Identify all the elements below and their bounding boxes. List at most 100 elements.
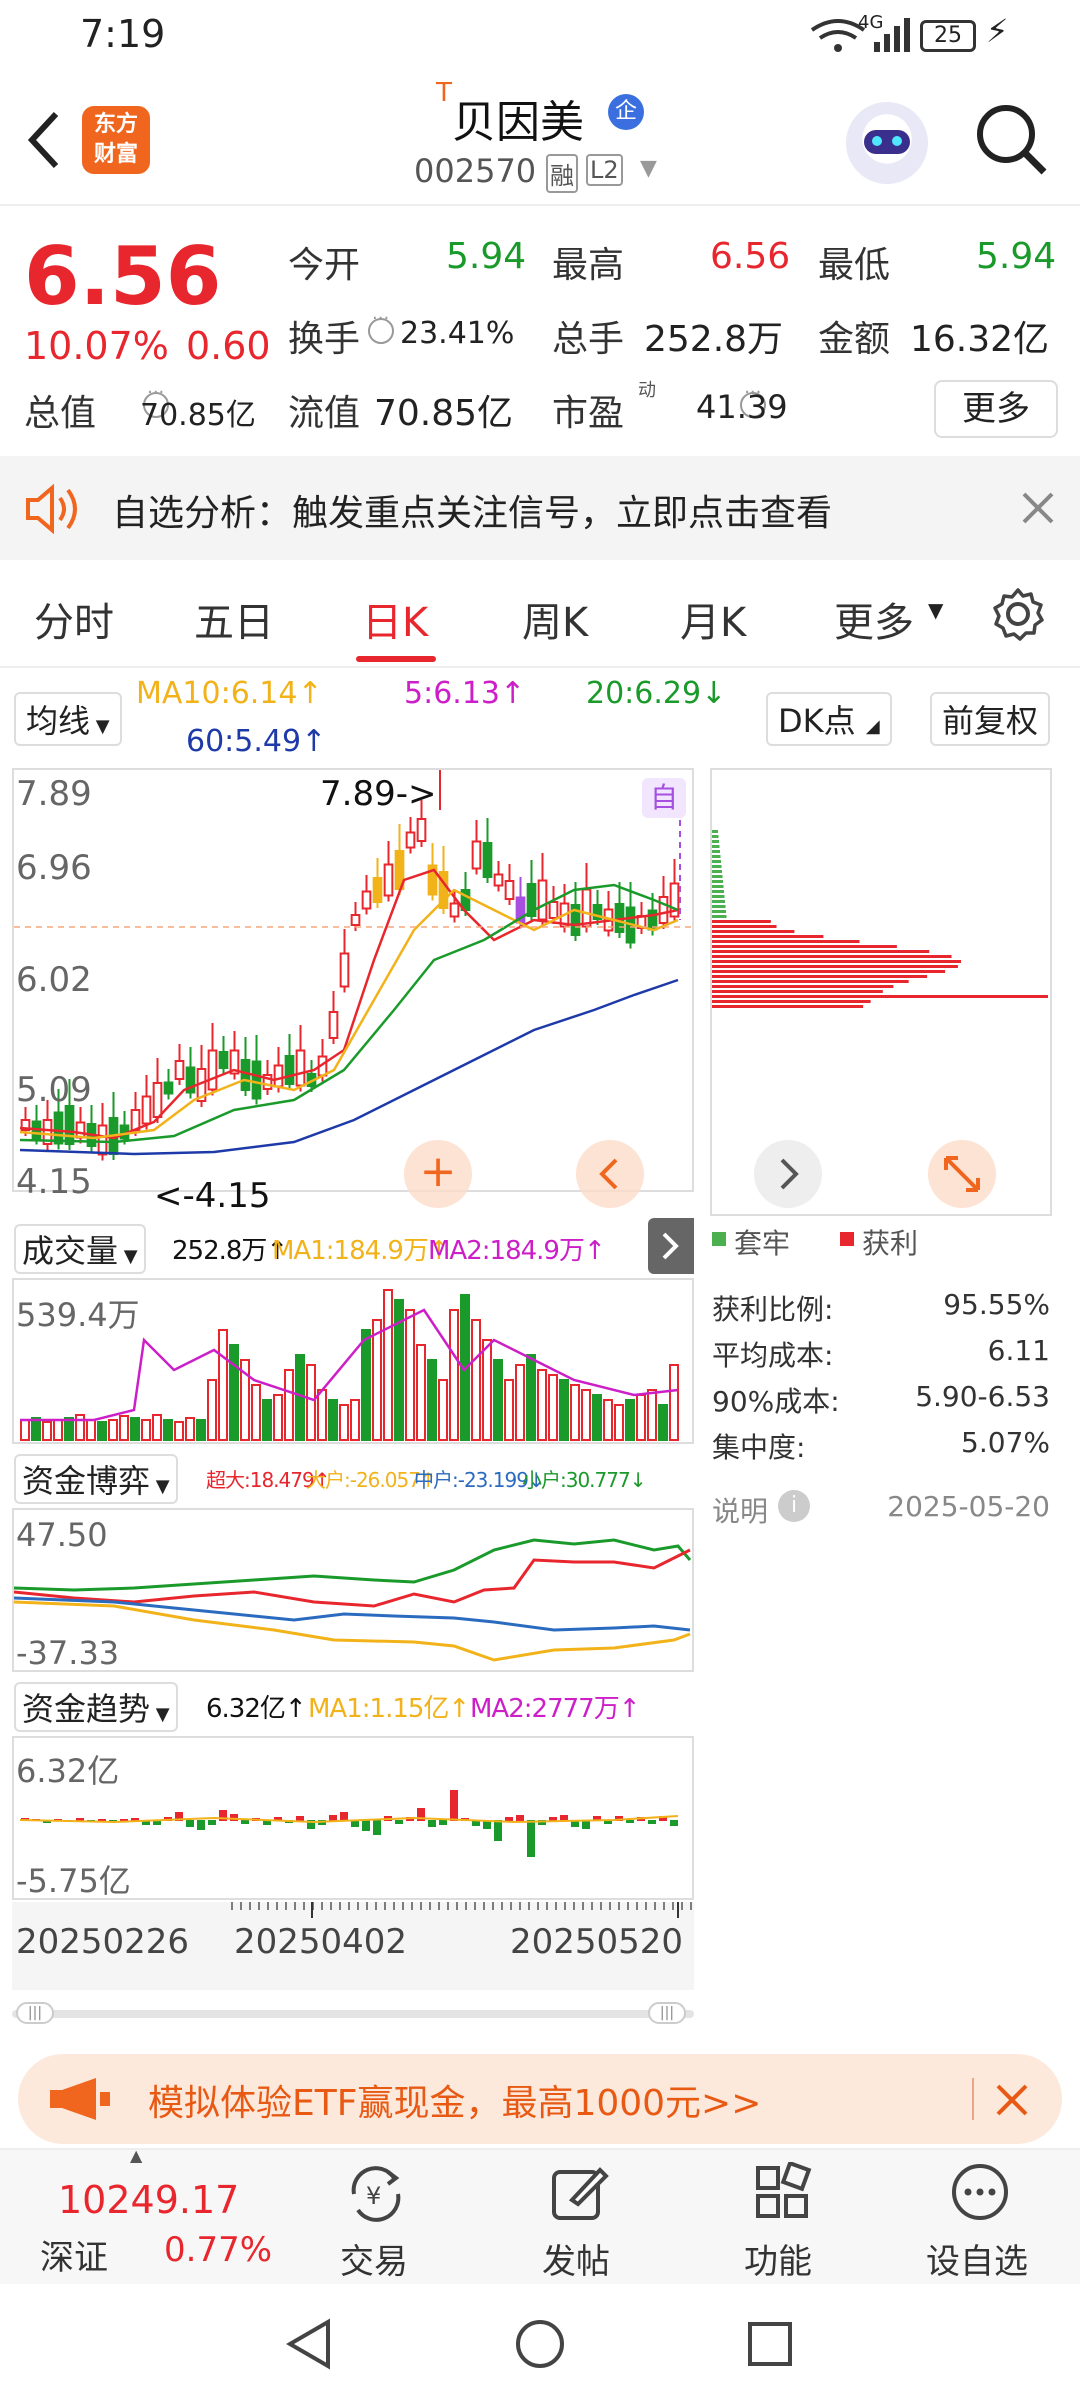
candle-body xyxy=(295,1049,306,1087)
fund-game-selector[interactable]: 资金博弈 ▼ xyxy=(14,1454,178,1504)
volume-bar xyxy=(130,1417,140,1441)
legend-profit: 获利 xyxy=(862,1227,919,1260)
fund-game-panel[interactable]: 47.50 -37.33 xyxy=(12,1508,694,1672)
chip-distribution-panel[interactable] xyxy=(710,768,1052,1216)
nav-post[interactable]: 发帖 xyxy=(518,2162,638,2282)
chip-bar xyxy=(712,940,860,943)
fund-trend-panel[interactable]: 6.32亿 -5.75亿 xyxy=(12,1736,694,1900)
explain-link[interactable]: 说明 xyxy=(712,1490,768,1530)
dk-point-selector[interactable]: DK点 ◢ xyxy=(766,692,892,746)
chip-bar xyxy=(712,920,771,923)
fund-line xyxy=(14,1538,692,1592)
index-value: 10249.17 xyxy=(58,2178,240,2222)
ma-selector[interactable]: 均线 ▼ xyxy=(14,692,122,746)
tab-monthly-k[interactable]: 月K xyxy=(680,590,746,648)
more-dots-icon xyxy=(952,2164,1008,2220)
chip-bar xyxy=(712,840,719,843)
candle-body xyxy=(449,902,460,918)
tab-more[interactable]: 更多 xyxy=(834,590,914,648)
range-scrollbar[interactable]: ||| ||| xyxy=(12,2002,694,2024)
chip-bar xyxy=(712,1005,864,1008)
back-triangle-icon[interactable] xyxy=(282,2316,338,2372)
fund-trend-bar xyxy=(241,1820,249,1824)
adjust-selector[interactable]: 前复权 xyxy=(930,692,1051,746)
close-icon[interactable] xyxy=(1020,490,1056,526)
caret-down-icon[interactable]: ▼ xyxy=(640,156,657,181)
fund-trend-bar xyxy=(505,1817,513,1821)
chip-bar xyxy=(712,855,721,858)
edit-icon xyxy=(552,2167,609,2220)
expand-icon[interactable] xyxy=(928,1140,996,1208)
volume-bar xyxy=(42,1421,52,1441)
self-marker-tag[interactable]: 自 xyxy=(642,778,686,818)
l2-tag[interactable]: L2 xyxy=(586,154,623,186)
volume-ma2: MA2:184.9万↑ xyxy=(428,1236,606,1266)
chevron-right-icon[interactable] xyxy=(754,1140,822,1208)
recents-square-icon[interactable] xyxy=(742,2316,798,2372)
nav-trade[interactable]: ¥ 交易 xyxy=(316,2162,436,2282)
fund-trend-ymin: -5.75亿 xyxy=(16,1862,131,1900)
fund-trend-bar xyxy=(329,1815,337,1821)
index-ticker[interactable]: 10249.17 深证 0.77% xyxy=(0,2150,300,2286)
gear-icon[interactable] xyxy=(990,586,1046,642)
fund-trend-selector[interactable]: 资金趋势 ▼ xyxy=(14,1682,178,1732)
promo-banner[interactable]: 模拟体验ETF赢现金，最高1000元>> xyxy=(18,2054,1062,2144)
tab-intraday[interactable]: 分时 xyxy=(34,590,114,648)
notice-banner[interactable]: 自选分析：触发重点关注信号，立即点击查看 xyxy=(0,456,1080,560)
chip-bar xyxy=(712,870,722,873)
plus-icon[interactable]: + xyxy=(404,1140,472,1208)
volume-selector[interactable]: 成交量 ▼ xyxy=(14,1224,146,1274)
fund-trend-bar xyxy=(450,1790,458,1821)
low-value: 5.94 xyxy=(976,236,1057,277)
info-icon[interactable]: i xyxy=(778,1490,810,1522)
candle-body xyxy=(361,890,372,910)
nav-function[interactable]: 功能 xyxy=(720,2162,840,2282)
caret-down-icon[interactable]: ▼ xyxy=(928,598,943,622)
volume-bar xyxy=(361,1329,371,1441)
fund-trend-bar xyxy=(670,1820,678,1826)
chip-bar xyxy=(712,895,725,898)
chevron-left-icon[interactable] xyxy=(24,108,64,172)
volume-bar xyxy=(548,1374,558,1441)
chip-bar xyxy=(712,875,723,878)
info-dots-icon[interactable] xyxy=(368,308,394,344)
chevron-left-icon[interactable] xyxy=(576,1140,644,1208)
expand-panel-button[interactable] xyxy=(648,1218,694,1274)
chip-bar xyxy=(712,925,777,928)
volume-value: 252.8万 xyxy=(644,319,784,360)
fund-small: 小户:30.777↓ xyxy=(522,1468,646,1492)
scroll-handle-left[interactable]: ||| xyxy=(16,2002,54,2024)
search-icon[interactable] xyxy=(974,102,1050,178)
kline-panel[interactable]: 7.89 6.96 6.02 5.09 4.15 7.89-> <-4.15 自… xyxy=(12,768,694,1216)
volume-panel[interactable]: 539.4万 xyxy=(12,1278,694,1444)
dk-label: DK点 xyxy=(778,702,856,740)
fund-game-ymax: 47.50 xyxy=(16,1516,108,1554)
more-button[interactable]: 更多 xyxy=(934,380,1058,438)
chip-bar xyxy=(712,915,727,918)
tab-weekly-k[interactable]: 周K xyxy=(522,590,588,648)
tab-daily-k[interactable]: 日K xyxy=(362,590,428,648)
volume-bar xyxy=(185,1417,195,1441)
robot-assistant-icon[interactable] xyxy=(846,102,928,184)
tab-five-day[interactable]: 五日 xyxy=(194,590,274,648)
chip-bar xyxy=(712,900,725,903)
close-icon[interactable] xyxy=(992,2080,1032,2120)
chip-bar xyxy=(712,960,962,963)
grid-icon xyxy=(756,2162,812,2218)
candle-body xyxy=(328,1011,339,1039)
float-label: 流值 xyxy=(288,393,361,434)
nav-label: 交易 xyxy=(340,2242,408,2282)
chip-bar xyxy=(712,965,958,968)
volume-ymax: 539.4万 xyxy=(16,1296,140,1334)
volume-bar xyxy=(636,1394,646,1441)
volume-bar xyxy=(152,1414,162,1441)
scroll-handle-right[interactable]: ||| xyxy=(648,2002,686,2024)
volume-bar xyxy=(625,1399,635,1441)
logo-text-2: 财富 xyxy=(93,142,138,167)
app-logo[interactable]: 东方 财富 xyxy=(82,106,150,174)
home-circle-icon[interactable] xyxy=(512,2316,568,2372)
logo-text-1: 东方 xyxy=(93,112,138,137)
candle-body xyxy=(416,818,427,842)
nav-add-watchlist[interactable]: 设自选 xyxy=(910,2162,1060,2282)
chip-bar xyxy=(712,985,894,988)
